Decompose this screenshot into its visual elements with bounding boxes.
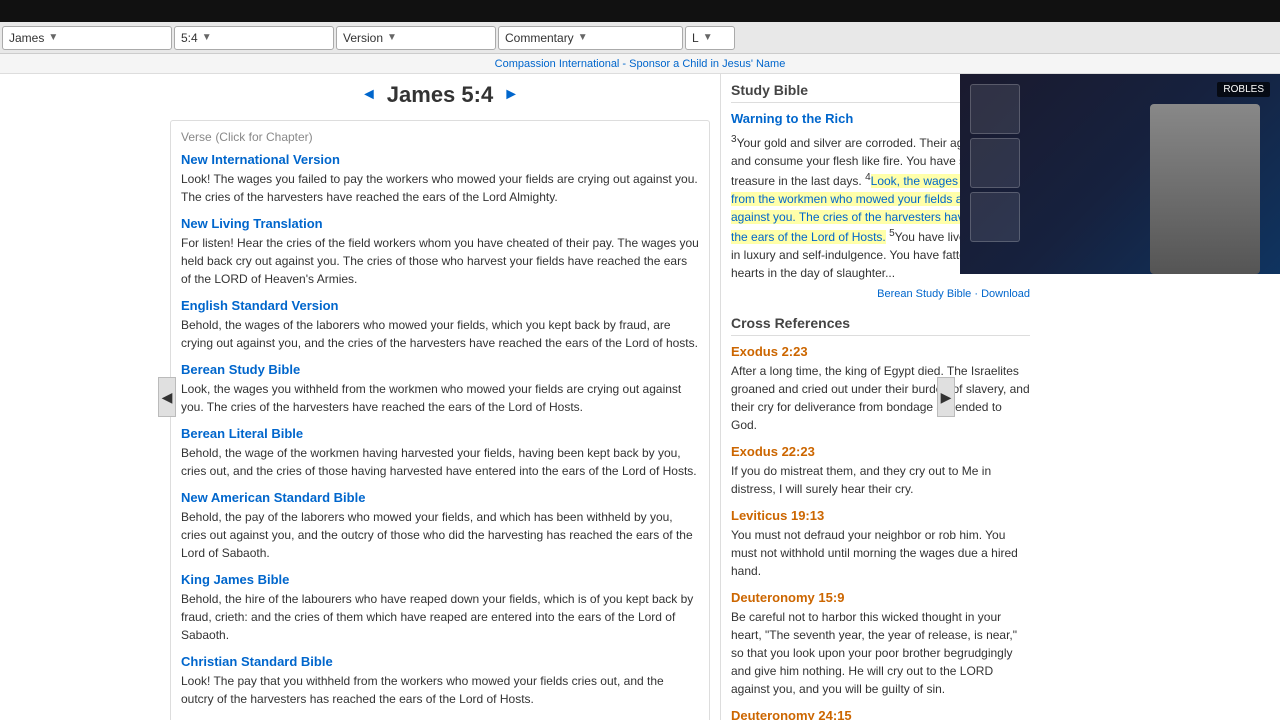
verse-select[interactable]: 5:4 ▼ [174,26,334,50]
video-item-2 [970,138,1020,188]
translations-container: New International Version Look! The wages… [181,152,699,720]
nav-next-button[interactable]: ▶ [937,377,955,417]
cross-ref-text: Be careful not to harbor this wicked tho… [731,608,1030,698]
translation-block: English Standard Version Behold, the wage… [181,298,699,352]
translation-name[interactable]: Berean Study Bible [181,362,699,377]
main-content: ◀ ◄ James 5:4 ► Verse (Click for Chapter… [0,74,1280,720]
verse-arrow: ▼ [202,32,212,43]
verse-navigation: ◄ James 5:4 ► [170,82,710,108]
translation-name[interactable]: English Standard Version [181,298,699,313]
verse-header: ◄ James 5:4 ► [170,82,710,108]
translation-text: For listen! Hear the cries of the field … [181,234,699,288]
video-person-image [1150,104,1260,274]
left-panel: ◄ James 5:4 ► Verse (Click for Chapter) … [160,74,720,720]
translation-block: Christian Standard Bible Look! The pay th… [181,654,699,708]
translation-block: Berean Literal Bible Behold, the wage of … [181,426,699,480]
video-items [970,84,1020,242]
translation-name[interactable]: Christian Standard Bible [181,654,699,669]
top-bar [0,0,1280,22]
download-link[interactable]: Download [981,288,1030,300]
extra-label: L [692,31,699,45]
translation-name[interactable]: New International Version [181,152,699,167]
translation-text: Look! The wages you failed to pay the wo… [181,170,699,206]
cross-ref-text: You must not defraud your neighbor or ro… [731,526,1030,580]
translation-name[interactable]: Berean Literal Bible [181,426,699,441]
translation-text: Behold, the wage of the workmen having h… [181,444,699,480]
translation-text: Look! The pay that you withheld from the… [181,672,699,708]
commentary-arrow: ▼ [578,32,588,43]
translation-text: Behold, the pay of the laborers who mowe… [181,508,699,562]
cross-ref-block: Deuteronomy 15:9 Be careful not to harbor… [731,590,1030,698]
translation-name[interactable]: King James Bible [181,572,699,587]
commentary-select[interactable]: Commentary ▼ [498,26,683,50]
cross-references-header: Cross References [731,315,1030,336]
cross-ref-block: Exodus 22:23 If you do mistreat them, and… [731,444,1030,498]
translation-block: New Living Translation For listen! Hear t… [181,216,699,288]
translation-name[interactable]: New American Standard Bible [181,490,699,505]
cross-ref-name[interactable]: Deuteronomy 24:15 [731,708,1030,720]
book-arrow: ▼ [48,32,58,43]
commentary-label: Commentary [505,31,574,45]
version-label: Version [343,31,383,45]
cross-refs-container: Exodus 2:23 After a long time, the king o… [731,344,1030,720]
cross-ref-name[interactable]: Exodus 2:23 [731,344,1030,359]
video-overlay: ROBLES [960,74,1280,274]
berean-study-link[interactable]: Berean Study Bible [877,288,971,300]
verse-prev-link[interactable]: ◄ [361,86,377,104]
cross-ref-name[interactable]: Leviticus 19:13 [731,508,1030,523]
nav-prev-button[interactable]: ◀ [158,377,176,417]
translation-block: New International Version Look! The wages… [181,152,699,206]
version-select[interactable]: Version ▼ [336,26,496,50]
video-person [1150,104,1260,274]
cross-ref-name[interactable]: Exodus 22:23 [731,444,1030,459]
translation-block: Berean Study Bible Look, the wages you wi… [181,362,699,416]
verse-section: Verse (Click for Chapter) New Internatio… [170,120,710,720]
video-item-1 [970,84,1020,134]
translation-block: King James Bible Behold, the hire of the … [181,572,699,644]
video-panel: ROBLES [960,74,1280,274]
cross-references-section: Cross References Exodus 2:23 After a long… [731,315,1030,720]
book-select[interactable]: James ▼ [2,26,172,50]
toolbar: James ▼ 5:4 ▼ Version ▼ Commentary ▼ L ▼ [0,22,1280,54]
verse-section-header: Verse (Click for Chapter) [181,129,699,144]
ad-link[interactable]: Compassion International - Sponsor a Chi… [495,58,786,70]
cross-ref-text: If you do mistreat them, and they cry ou… [731,462,1030,498]
verse-label: 5:4 [181,31,198,45]
book-label: James [9,31,44,45]
ad-bar: Compassion International - Sponsor a Chi… [0,54,1280,74]
translation-name[interactable]: New Living Translation [181,216,699,231]
cross-ref-block: Exodus 2:23 After a long time, the king o… [731,344,1030,434]
cross-ref-text: After a long time, the king of Egypt die… [731,362,1030,434]
video-badge: ROBLES [1217,82,1270,97]
extra-arrow: ▼ [703,32,713,43]
version-arrow: ▼ [387,32,397,43]
extra-select[interactable]: L ▼ [685,26,735,50]
video-item-3 [970,192,1020,242]
cross-ref-block: Leviticus 19:13 You must not defraud your… [731,508,1030,580]
verse-title: James 5:4 [387,82,493,108]
translation-block: New American Standard Bible Behold, the p… [181,490,699,562]
cross-ref-block: Deuteronomy 24:15You are to pay his wage… [731,708,1030,720]
translation-text: Look, the wages you withheld from the wo… [181,380,699,416]
translation-text: Behold, the hire of the labourers who ha… [181,590,699,644]
translation-text: Behold, the wages of the laborers who mo… [181,316,699,352]
study-source: Berean Study Bible · Download [731,288,1030,300]
verse-next-link[interactable]: ► [503,86,519,104]
cross-ref-name[interactable]: Deuteronomy 15:9 [731,590,1030,605]
